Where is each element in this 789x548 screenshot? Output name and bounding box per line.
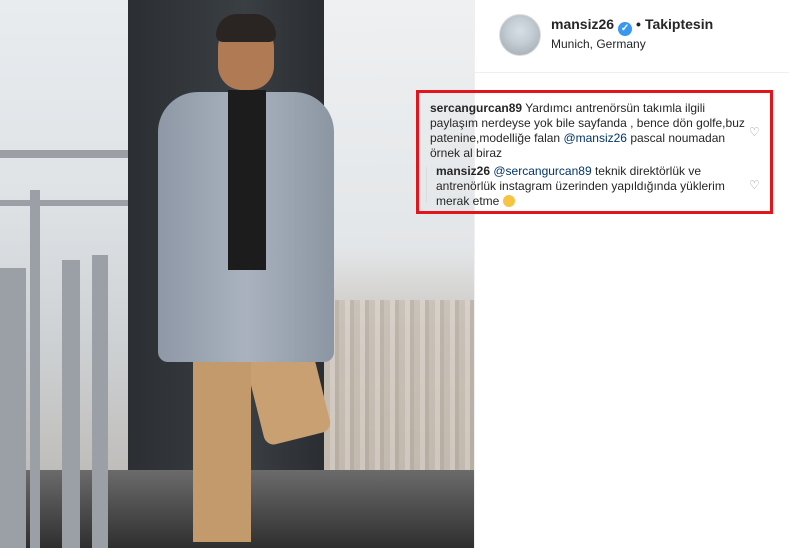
person-hair (216, 14, 276, 42)
post-photo (0, 0, 474, 548)
verified-badge-icon: ✓ (618, 22, 633, 36)
location-link[interactable]: Munich, Germany (551, 37, 646, 51)
reply-thread-line (426, 167, 427, 203)
railing-post (30, 190, 40, 548)
heart-icon[interactable]: ♡ (749, 126, 761, 138)
follow-status[interactable]: Takiptesin (645, 16, 713, 32)
comment-username[interactable]: sercangurcan89 (430, 101, 522, 115)
heart-icon[interactable]: ♡ (749, 179, 761, 191)
header-user: mansiz26 ✓ • Takiptesin (551, 16, 713, 36)
comment: sercangurcan89 Yardımcı antrenörsün takı… (430, 101, 746, 161)
smirk-emoji-icon (502, 195, 515, 207)
comments-panel: mansiz26 ✓ • Takiptesin Munich, Germany (474, 0, 789, 548)
separator-dot: • (636, 16, 641, 32)
username-link[interactable]: mansiz26 (551, 16, 614, 32)
reply-comment: mansiz26 @sercangurcan89 teknik direktör… (436, 164, 736, 209)
railing-bar (0, 200, 128, 206)
pants-left-leg (193, 352, 251, 542)
avatar[interactable] (499, 14, 541, 56)
railing-bar (0, 150, 128, 158)
railing-post (0, 268, 26, 548)
reply-mention[interactable]: @sercangurcan89 (493, 164, 591, 178)
railing-post (62, 260, 80, 548)
railing-post (92, 255, 108, 548)
comment-mention[interactable]: @mansiz26 (563, 131, 627, 145)
city-view (324, 300, 474, 470)
post-header: mansiz26 ✓ • Takiptesin Munich, Germany (475, 0, 789, 73)
shirt (228, 90, 266, 270)
reply-username[interactable]: mansiz26 (436, 164, 490, 178)
